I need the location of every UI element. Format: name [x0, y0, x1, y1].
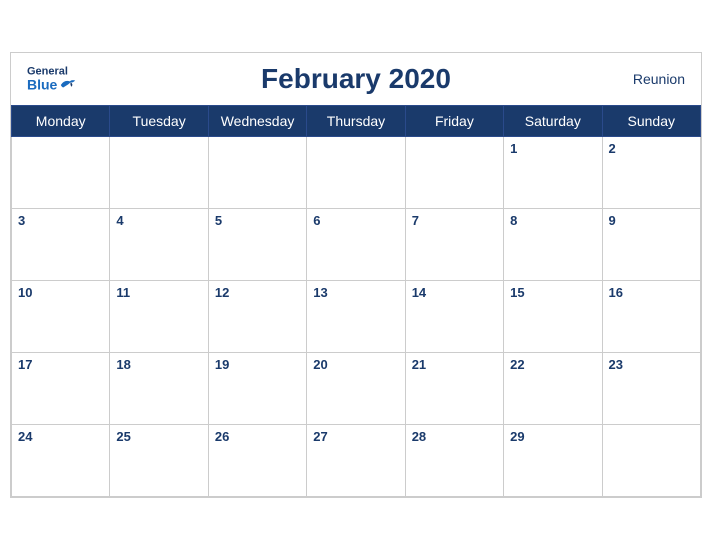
- calendar-cell-w1-d3: [208, 137, 306, 209]
- day-number-16: 16: [609, 285, 623, 300]
- week-row-5: 24 25 26 27 28 29: [12, 425, 701, 497]
- calendar-container: General Blue February 2020 Reunion Monda…: [10, 52, 702, 498]
- calendar-cell-w1-d7: 2: [602, 137, 700, 209]
- calendar-cell-w2-d1: 3: [12, 209, 110, 281]
- calendar-cell-w5-d6: 29: [504, 425, 602, 497]
- day-number-7: 7: [412, 213, 419, 228]
- calendar-cell-w3-d3: 12: [208, 281, 306, 353]
- calendar-cell-w5-d4: 27: [307, 425, 405, 497]
- calendar-cell-w4-d5: 21: [405, 353, 503, 425]
- header-monday: Monday: [12, 106, 110, 137]
- calendar-cell-w1-d1: [12, 137, 110, 209]
- day-number-26: 26: [215, 429, 229, 444]
- calendar-cell-w5-d3: 26: [208, 425, 306, 497]
- header-tuesday: Tuesday: [110, 106, 208, 137]
- calendar-cell-w4-d4: 20: [307, 353, 405, 425]
- day-number-12: 12: [215, 285, 229, 300]
- region-label: Reunion: [633, 71, 685, 87]
- calendar-cell-w1-d5: [405, 137, 503, 209]
- day-number-19: 19: [215, 357, 229, 372]
- calendar-cell-w1-d4: [307, 137, 405, 209]
- calendar-cell-w3-d6: 15: [504, 281, 602, 353]
- day-number-10: 10: [18, 285, 32, 300]
- day-number-25: 25: [116, 429, 130, 444]
- calendar-cell-w2-d7: 9: [602, 209, 700, 281]
- calendar-cell-w4-d1: 17: [12, 353, 110, 425]
- calendar-cell-w2-d6: 8: [504, 209, 602, 281]
- calendar-cell-w5-d7: [602, 425, 700, 497]
- logo-blue-text: Blue: [27, 78, 77, 92]
- day-number-5: 5: [215, 213, 222, 228]
- calendar-cell-w3-d2: 11: [110, 281, 208, 353]
- day-number-6: 6: [313, 213, 320, 228]
- calendar-cell-w3-d1: 10: [12, 281, 110, 353]
- logo-bird-icon: [59, 78, 77, 92]
- calendar-cell-w3-d4: 13: [307, 281, 405, 353]
- calendar-body: 1234567891011121314151617181920212223242…: [12, 137, 701, 497]
- calendar-cell-w3-d5: 14: [405, 281, 503, 353]
- day-number-29: 29: [510, 429, 524, 444]
- calendar-cell-w4-d3: 19: [208, 353, 306, 425]
- calendar-cell-w4-d6: 22: [504, 353, 602, 425]
- day-headers-row: Monday Tuesday Wednesday Thursday Friday…: [12, 106, 701, 137]
- day-number-21: 21: [412, 357, 426, 372]
- calendar-header: General Blue February 2020 Reunion: [11, 53, 701, 105]
- day-number-9: 9: [609, 213, 616, 228]
- day-number-28: 28: [412, 429, 426, 444]
- calendar-cell-w4-d7: 23: [602, 353, 700, 425]
- day-number-15: 15: [510, 285, 524, 300]
- calendar-cell-w5-d2: 25: [110, 425, 208, 497]
- day-number-14: 14: [412, 285, 426, 300]
- calendar-cell-w2-d4: 6: [307, 209, 405, 281]
- week-row-2: 3 4 5 6 7 8 9: [12, 209, 701, 281]
- calendar-cell-w2-d3: 5: [208, 209, 306, 281]
- header-thursday: Thursday: [307, 106, 405, 137]
- day-number-4: 4: [116, 213, 123, 228]
- week-row-3: 10 11 12 13 14 15 16: [12, 281, 701, 353]
- header-saturday: Saturday: [504, 106, 602, 137]
- week-row-1: 12: [12, 137, 701, 209]
- day-number-11: 11: [116, 285, 130, 300]
- calendar-cell-w5-d1: 24: [12, 425, 110, 497]
- day-number-27: 27: [313, 429, 327, 444]
- day-number-24: 24: [18, 429, 32, 444]
- day-number-18: 18: [116, 357, 130, 372]
- day-number-8: 8: [510, 213, 517, 228]
- calendar-table: Monday Tuesday Wednesday Thursday Friday…: [11, 105, 701, 497]
- day-number-1: 1: [510, 141, 517, 156]
- header-sunday: Sunday: [602, 106, 700, 137]
- calendar-cell-w2-d2: 4: [110, 209, 208, 281]
- calendar-cell-w2-d5: 7: [405, 209, 503, 281]
- header-wednesday: Wednesday: [208, 106, 306, 137]
- calendar-cell-w3-d7: 16: [602, 281, 700, 353]
- day-number-17: 17: [18, 357, 32, 372]
- day-number-22: 22: [510, 357, 524, 372]
- calendar-cell-w1-d2: [110, 137, 208, 209]
- calendar-cell-w1-d6: 1: [504, 137, 602, 209]
- calendar-cell-w4-d2: 18: [110, 353, 208, 425]
- day-number-20: 20: [313, 357, 327, 372]
- day-number-23: 23: [609, 357, 623, 372]
- header-friday: Friday: [405, 106, 503, 137]
- week-row-4: 17 18 19 20 21 22 23: [12, 353, 701, 425]
- calendar-title: February 2020: [27, 63, 685, 95]
- day-number-3: 3: [18, 213, 25, 228]
- logo: General Blue: [27, 67, 77, 92]
- day-number-2: 2: [609, 141, 616, 156]
- day-number-13: 13: [313, 285, 327, 300]
- calendar-cell-w5-d5: 28: [405, 425, 503, 497]
